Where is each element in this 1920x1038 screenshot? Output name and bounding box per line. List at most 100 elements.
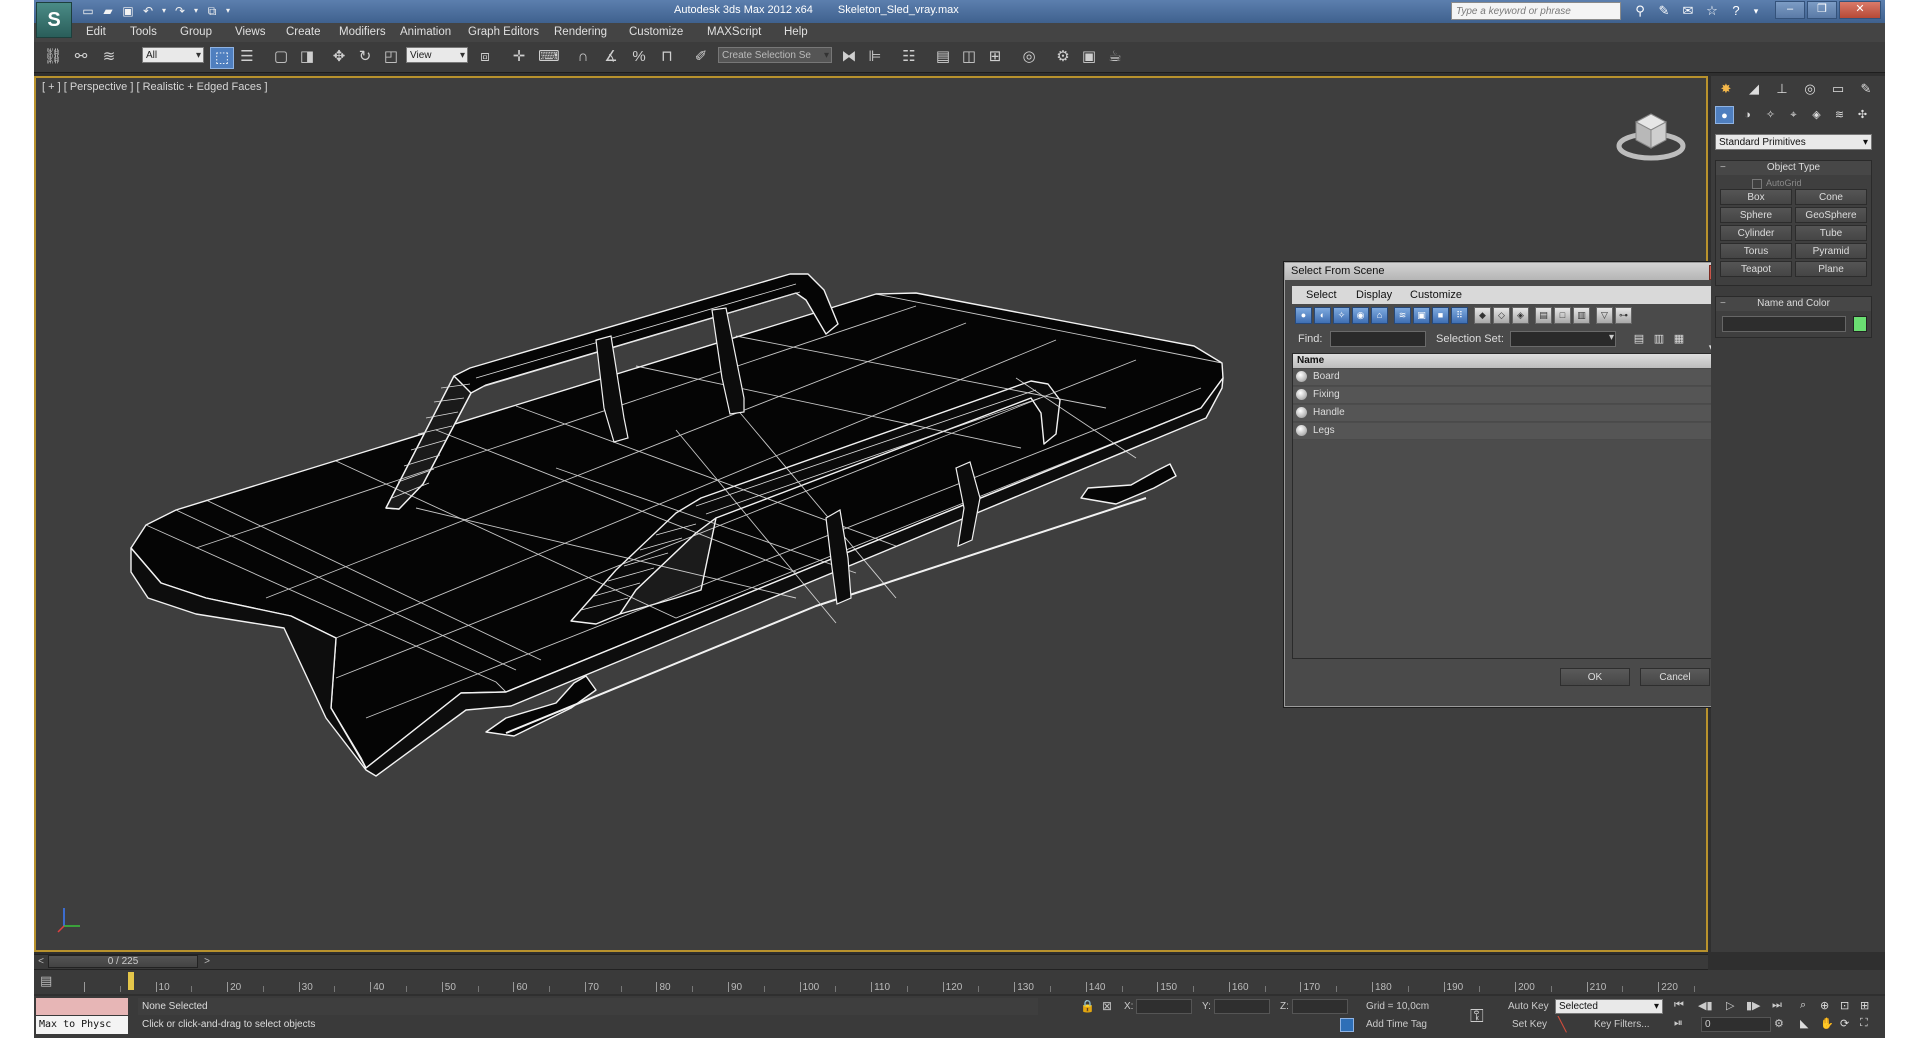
lights-category-icon[interactable]: ✧ [1761,106,1780,124]
sphere-button[interactable]: Sphere [1720,207,1792,223]
current-frame-marker[interactable] [128,972,134,990]
binoculars-icon[interactable]: ⚲ [1632,3,1648,19]
render-setup-icon[interactable]: ⚙ [1052,47,1074,67]
app-logo[interactable]: S [36,2,72,38]
maximize-viewport-icon[interactable]: ⛶ [1860,1017,1868,1030]
display-none-icon[interactable]: ◇ [1493,307,1510,324]
display-geometry-icon[interactable]: ● [1295,307,1312,324]
mini-curve-editor-icon[interactable]: ▤ [40,973,52,989]
object-type-title[interactable]: Object Type [1716,161,1871,175]
menu-create[interactable]: Create [286,26,321,38]
select-invert-icon[interactable]: ▥ [1573,307,1590,324]
previous-frame-icon[interactable]: < [34,955,48,969]
display-tab-icon[interactable]: ▭ [1827,80,1849,98]
add-selection-set-icon[interactable]: ▤ [1631,331,1647,347]
spacewarps-category-icon[interactable]: ≋ [1830,106,1849,124]
redo-icon[interactable]: ↷ [172,3,188,19]
display-helpers-icon[interactable]: ⌂ [1371,307,1388,324]
edit-selection-set-icon[interactable]: ▦ [1671,331,1687,347]
select-and-rotate-icon[interactable]: ↻ [354,47,376,67]
snaps-toggle-icon[interactable]: ∩ [572,47,594,67]
set-key-icon[interactable]: ╲ [1558,1016,1566,1033]
window-crossing-icon[interactable]: ◨ [296,47,318,67]
object-name-input[interactable] [1722,316,1846,332]
minimize-icon[interactable]: – [1775,1,1805,19]
rectangular-selection-icon[interactable]: ▢ [270,47,292,67]
material-editor-icon[interactable]: ◎ [1018,47,1040,67]
select-and-link-icon[interactable]: ⛓ [42,47,64,67]
helpers-category-icon[interactable]: ◈ [1807,106,1826,124]
align-icon[interactable]: ⊫ [864,47,886,67]
absolute-mode-icon[interactable]: ⊠ [1102,999,1112,1013]
current-frame-field[interactable]: 0 [1701,1017,1771,1032]
undo-icon[interactable]: ↶ [140,3,156,19]
selection-filter-dropdown[interactable]: All [142,47,204,64]
edit-named-selection-icon[interactable]: ✐ [690,47,712,67]
menu-group[interactable]: Group [180,26,212,38]
display-all-icon[interactable]: ◆ [1474,307,1491,324]
dialog-menu-display[interactable]: Display [1356,289,1392,301]
auto-key-button[interactable]: Auto Key [1508,1001,1549,1012]
dialog-menu-customize[interactable]: Customize [1410,289,1462,301]
selection-set-dropdown[interactable] [1510,331,1616,347]
remove-selection-set-icon[interactable]: ▥ [1651,331,1667,347]
pivot-center-icon[interactable]: ⧈ [474,47,496,67]
list-item[interactable]: Handle [1293,405,1721,422]
project-folder-icon[interactable]: ⧉ [204,3,220,19]
field-of-view-icon[interactable]: ◣ [1800,1017,1808,1030]
y-coordinate-field[interactable] [1214,999,1270,1014]
name-and-color-title[interactable]: Name and Color [1716,297,1871,311]
x-coordinate-field[interactable] [1136,999,1192,1014]
find-input[interactable] [1330,331,1426,347]
geometry-category-icon[interactable]: ● [1715,106,1734,124]
display-invert-icon[interactable]: ◈ [1512,307,1529,324]
maxscript-listener-output[interactable] [36,998,128,1015]
tube-button[interactable]: Tube [1795,225,1867,241]
reference-coordinate-dropdown[interactable]: View [406,47,468,64]
box-button[interactable]: Box [1720,189,1792,205]
cylinder-button[interactable]: Cylinder [1720,225,1792,241]
select-none-icon[interactable]: □ [1554,307,1571,324]
list-item[interactable]: Legs [1293,423,1721,440]
create-tab-icon[interactable]: ✸ [1715,80,1737,98]
chevron-down-icon[interactable]: ▾ [192,3,200,19]
graphite-tools-icon[interactable]: ▤ [932,47,954,67]
cone-button[interactable]: Cone [1795,189,1867,205]
select-by-name-icon[interactable]: ☰ [236,47,258,67]
frame-ruler[interactable]: 10 20 30 40 50 60 70 80 90 100 110 120 130 140 150 160 1… [78,970,1700,994]
percent-snap-icon[interactable]: % [628,47,650,67]
unlink-icon[interactable]: ⚯ [70,47,92,67]
next-key-icon[interactable]: ▮▶ [1746,999,1761,1012]
rendered-frame-window-icon[interactable]: ▣ [1078,47,1100,67]
spinner-snap-icon[interactable]: ⊓ [656,47,678,67]
menu-tools[interactable]: Tools [130,26,157,38]
display-xrefs-icon[interactable]: ■ [1432,307,1449,324]
cancel-button[interactable]: Cancel [1640,668,1710,686]
open-file-icon[interactable]: ▰ [100,3,116,19]
time-configuration-icon[interactable]: ⚙ [1774,1017,1784,1030]
add-time-tag[interactable]: Add Time Tag [1366,1019,1427,1030]
menu-customize[interactable]: Customize [629,26,683,38]
cameras-category-icon[interactable]: ⌖ [1784,106,1803,124]
maxscript-mini-listener[interactable]: Max to Physc [36,1016,128,1034]
list-item[interactable]: Fixing [1293,387,1721,404]
select-all-icon[interactable]: ▤ [1535,307,1552,324]
next-frame-icon[interactable]: > [200,955,214,969]
menu-edit[interactable]: Edit [86,26,106,38]
close-icon[interactable]: ✕ [1839,1,1881,19]
object-color-swatch[interactable] [1853,316,1867,332]
orbit-icon[interactable]: ⟳ [1840,1017,1849,1030]
layer-manager-icon[interactable]: ☷ [898,47,920,67]
new-file-icon[interactable]: ▭ [80,3,96,19]
systems-category-icon[interactable]: ✣ [1853,106,1872,124]
select-and-move-icon[interactable]: ✥ [328,47,350,67]
go-to-start-icon[interactable]: ⏮ [1674,999,1684,1012]
chevron-down-icon[interactable]: ▾ [160,3,168,19]
torus-button[interactable]: Torus [1720,243,1792,259]
zoom-icon[interactable]: ⌕ [1800,999,1806,1012]
chevron-down-icon[interactable]: ▾ [224,3,232,19]
previous-key-icon[interactable]: ◀▮ [1698,999,1713,1012]
autogrid-checkbox[interactable]: AutoGrid [1752,178,1802,189]
favorites-star-icon[interactable]: ☆ [1704,3,1720,19]
zoom-extents-all-icon[interactable]: ⊞ [1860,999,1869,1012]
